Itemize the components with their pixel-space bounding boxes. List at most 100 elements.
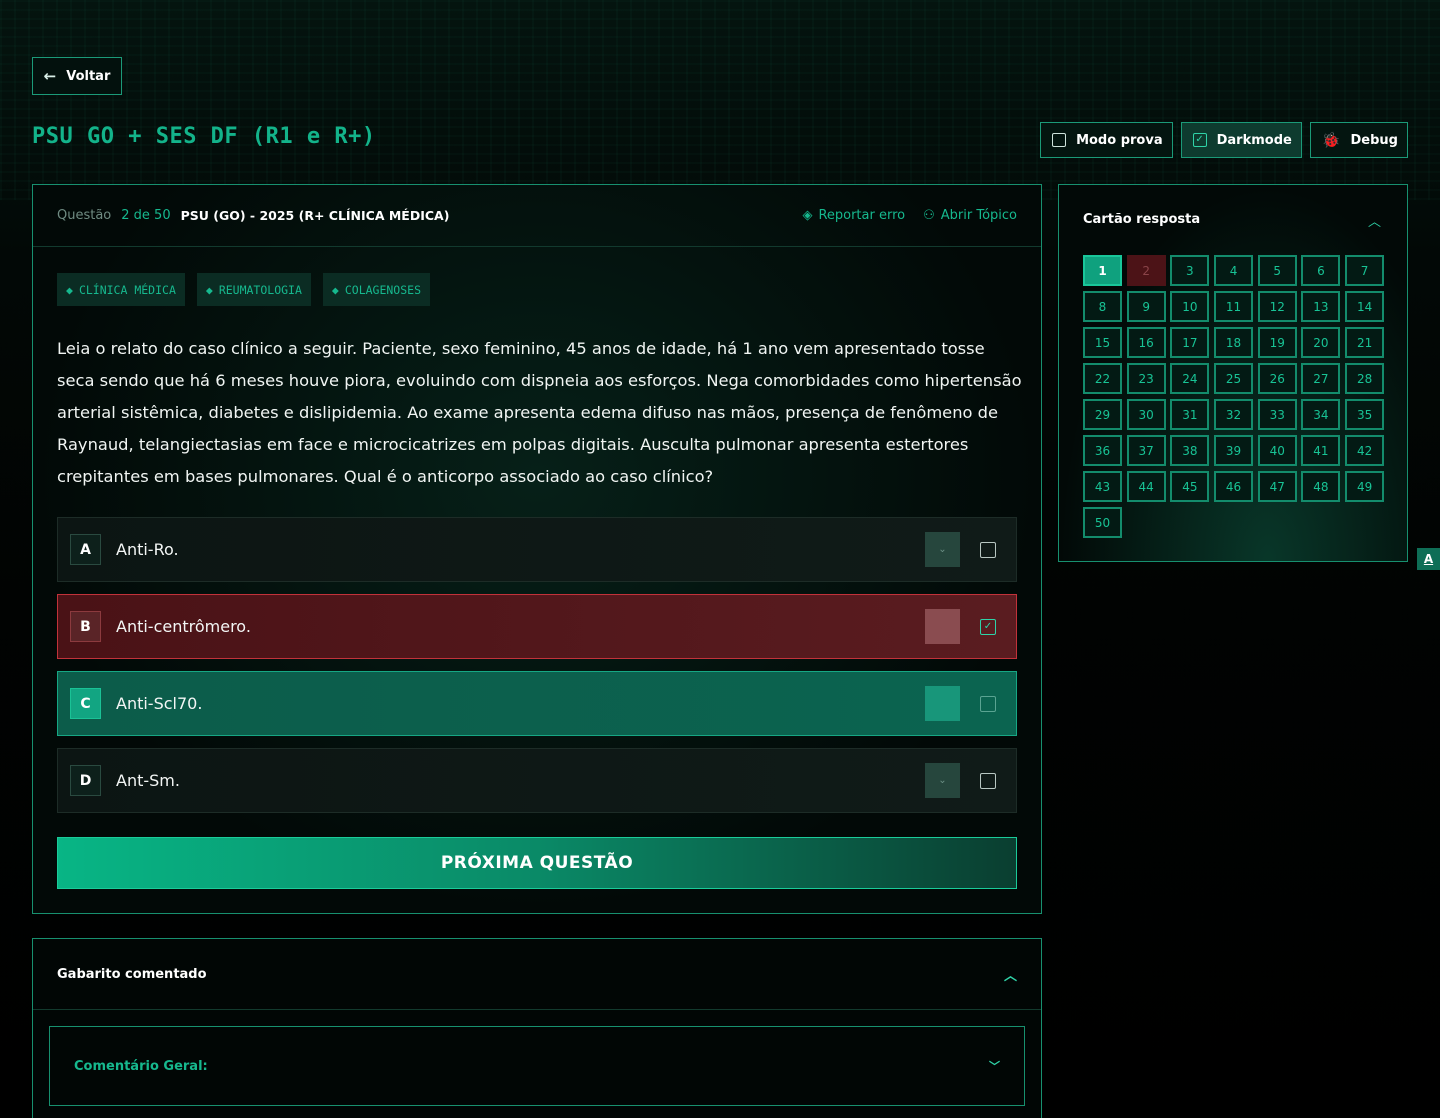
- answer-cell-29[interactable]: 29: [1083, 399, 1122, 430]
- option-d[interactable]: D Ant-Sm. ⌄: [57, 748, 1017, 813]
- users-icon: ⚇: [923, 208, 935, 223]
- option-checkbox[interactable]: [980, 695, 996, 712]
- answer-cell-16[interactable]: 16: [1126, 327, 1166, 358]
- answer-cell-45[interactable]: 45: [1170, 471, 1210, 502]
- next-question-button[interactable]: PRÓXIMA QUESTÃO: [57, 837, 1017, 889]
- chevron-down-icon[interactable]: ⌄: [925, 686, 960, 721]
- answer-cell-39[interactable]: 39: [1214, 435, 1254, 466]
- report-error-link[interactable]: ◈ Reportar erro: [802, 208, 905, 223]
- answer-cell-25[interactable]: 25: [1214, 363, 1254, 394]
- option-text: Anti-Ro.: [116, 540, 179, 559]
- answer-cell-6[interactable]: 6: [1301, 255, 1341, 286]
- answer-cell-48[interactable]: 48: [1301, 471, 1341, 502]
- answer-cell-47[interactable]: 47: [1257, 471, 1297, 502]
- chevron-down-icon[interactable]: ⌄: [925, 609, 960, 644]
- answer-cell-8[interactable]: 8: [1083, 291, 1122, 322]
- report-error-label: Reportar erro: [818, 208, 906, 223]
- modo-prova-toggle[interactable]: Modo prova: [1040, 122, 1173, 158]
- option-checkbox[interactable]: [980, 772, 996, 789]
- option-a[interactable]: A Anti-Ro. ⌄: [57, 517, 1017, 582]
- tag[interactable]: ◆ CLÍNICA MÉDICA: [57, 273, 185, 306]
- answer-cell-9[interactable]: 9: [1126, 291, 1166, 322]
- tag[interactable]: ◆ REUMATOLOGIA: [196, 273, 311, 306]
- general-comment-accordion[interactable]: Comentário Geral: ﹀: [49, 1026, 1025, 1106]
- answer-cell-38[interactable]: 38: [1170, 435, 1210, 466]
- general-comment-label: Comentário Geral:: [74, 1058, 208, 1074]
- option-checkbox[interactable]: [980, 541, 996, 558]
- answer-cell-24[interactable]: 24: [1170, 363, 1210, 394]
- side-badge[interactable]: A: [1417, 548, 1440, 570]
- answer-cell-18[interactable]: 18: [1214, 327, 1254, 358]
- back-button[interactable]: ← Voltar: [32, 57, 122, 95]
- debug-toggle[interactable]: 🐞 Debug: [1309, 122, 1408, 158]
- tag-icon: ◆: [331, 282, 339, 297]
- answer-cell-46[interactable]: 46: [1214, 471, 1254, 502]
- answer-cell-3[interactable]: 3: [1170, 255, 1210, 286]
- answer-cell-17[interactable]: 17: [1170, 327, 1210, 358]
- tag-list: ◆ CLÍNICA MÉDICA ◆ REUMATOLOGIA ◆ COLAGENOS…: [57, 273, 431, 306]
- answer-cell-10[interactable]: 10: [1170, 291, 1210, 322]
- open-topic-label: Abrir Tópico: [940, 208, 1017, 223]
- gabarito-title: Gabarito comentado: [57, 966, 207, 982]
- answer-cell-11[interactable]: 11: [1214, 291, 1254, 322]
- chevron-down-icon[interactable]: ⌄: [925, 532, 960, 567]
- answer-cell-14[interactable]: 14: [1345, 291, 1385, 322]
- answer-cell-23[interactable]: 23: [1126, 363, 1166, 394]
- option-checkbox-checked[interactable]: ✓: [980, 618, 996, 635]
- answer-cell-22[interactable]: 22: [1083, 363, 1122, 394]
- option-letter: A: [70, 534, 101, 565]
- answer-cell-43[interactable]: 43: [1083, 471, 1122, 502]
- answer-cell-35[interactable]: 35: [1345, 399, 1385, 430]
- option-letter: D: [70, 765, 101, 796]
- darkmode-toggle[interactable]: ✓ Darkmode: [1180, 122, 1302, 158]
- answer-card-panel: Cartão resposta ︿ 1 2 3 4 5 6 7 8 9 10 11 12 13 14 15 1…: [1058, 184, 1408, 562]
- answer-cell-15[interactable]: 15: [1083, 327, 1122, 358]
- option-b[interactable]: B Anti-centrômero. ⌄ ✓: [57, 594, 1017, 659]
- option-c[interactable]: C Anti-Scl70. ⌄: [57, 671, 1017, 736]
- answer-cell-13[interactable]: 13: [1301, 291, 1341, 322]
- answer-cell-19[interactable]: 19: [1257, 327, 1297, 358]
- tag-label: COLAGENOSES: [344, 282, 422, 297]
- question-header: Questão 2 de 50 PSU (GO) - 2025 (R+ CLÍN…: [33, 185, 1041, 247]
- answer-cell-34[interactable]: 34: [1301, 399, 1341, 430]
- answer-cell-21[interactable]: 21: [1345, 327, 1385, 358]
- option-text: Anti-centrômero.: [116, 617, 251, 636]
- tag[interactable]: ◆ COLAGENOSES: [322, 273, 431, 306]
- answer-cell-31[interactable]: 31: [1170, 399, 1210, 430]
- checkbox-checked-icon: ✓: [1192, 133, 1207, 147]
- answer-cell-28[interactable]: 28: [1345, 363, 1385, 394]
- answer-cell-2[interactable]: 2: [1126, 255, 1166, 286]
- modo-prova-label: Modo prova: [1076, 132, 1163, 148]
- question-number: 2 de 50: [121, 208, 171, 223]
- question-source: PSU (GO) - 2025 (R+ CLÍNICA MÉDICA): [180, 208, 450, 223]
- gabarito-header[interactable]: Gabarito comentado ︿: [33, 939, 1041, 1010]
- answer-cell-5[interactable]: 5: [1257, 255, 1297, 286]
- answer-cell-4[interactable]: 4: [1214, 255, 1254, 286]
- chevron-up-icon[interactable]: ︿: [1368, 211, 1381, 230]
- answer-cell-20[interactable]: 20: [1301, 327, 1341, 358]
- open-topic-link[interactable]: ⚇ Abrir Tópico: [923, 208, 1017, 223]
- answer-cell-36[interactable]: 36: [1083, 435, 1122, 466]
- answer-cell-12[interactable]: 12: [1257, 291, 1297, 322]
- answer-cell-49[interactable]: 49: [1345, 471, 1385, 502]
- checkbox-icon: [1052, 133, 1067, 147]
- question-actions: ◈ Reportar erro ⚇ Abrir Tópico: [802, 208, 1017, 223]
- answer-cell-41[interactable]: 41: [1301, 435, 1341, 466]
- answer-cell-1[interactable]: 1: [1083, 255, 1122, 286]
- answer-cell-32[interactable]: 32: [1214, 399, 1254, 430]
- answer-cell-27[interactable]: 27: [1301, 363, 1341, 394]
- answer-cell-7[interactable]: 7: [1345, 255, 1385, 286]
- answer-cell-44[interactable]: 44: [1126, 471, 1166, 502]
- chevron-down-icon[interactable]: ⌄: [925, 763, 960, 798]
- answer-cell-37[interactable]: 37: [1126, 435, 1166, 466]
- answer-cell-33[interactable]: 33: [1257, 399, 1297, 430]
- answer-cell-26[interactable]: 26: [1257, 363, 1297, 394]
- answer-cell-42[interactable]: 42: [1345, 435, 1385, 466]
- gabarito-panel: Gabarito comentado ︿ Comentário Geral: ﹀: [32, 938, 1042, 1118]
- page-title: PSU GO + SES DF (R1 e R+): [32, 124, 376, 149]
- answer-cell-40[interactable]: 40: [1257, 435, 1297, 466]
- answer-cell-30[interactable]: 30: [1126, 399, 1166, 430]
- top-toggles: Modo prova ✓ Darkmode 🐞 Debug: [1040, 122, 1408, 158]
- answer-cell-50[interactable]: 50: [1083, 507, 1122, 538]
- tag-label: CLÍNICA MÉDICA: [78, 282, 176, 297]
